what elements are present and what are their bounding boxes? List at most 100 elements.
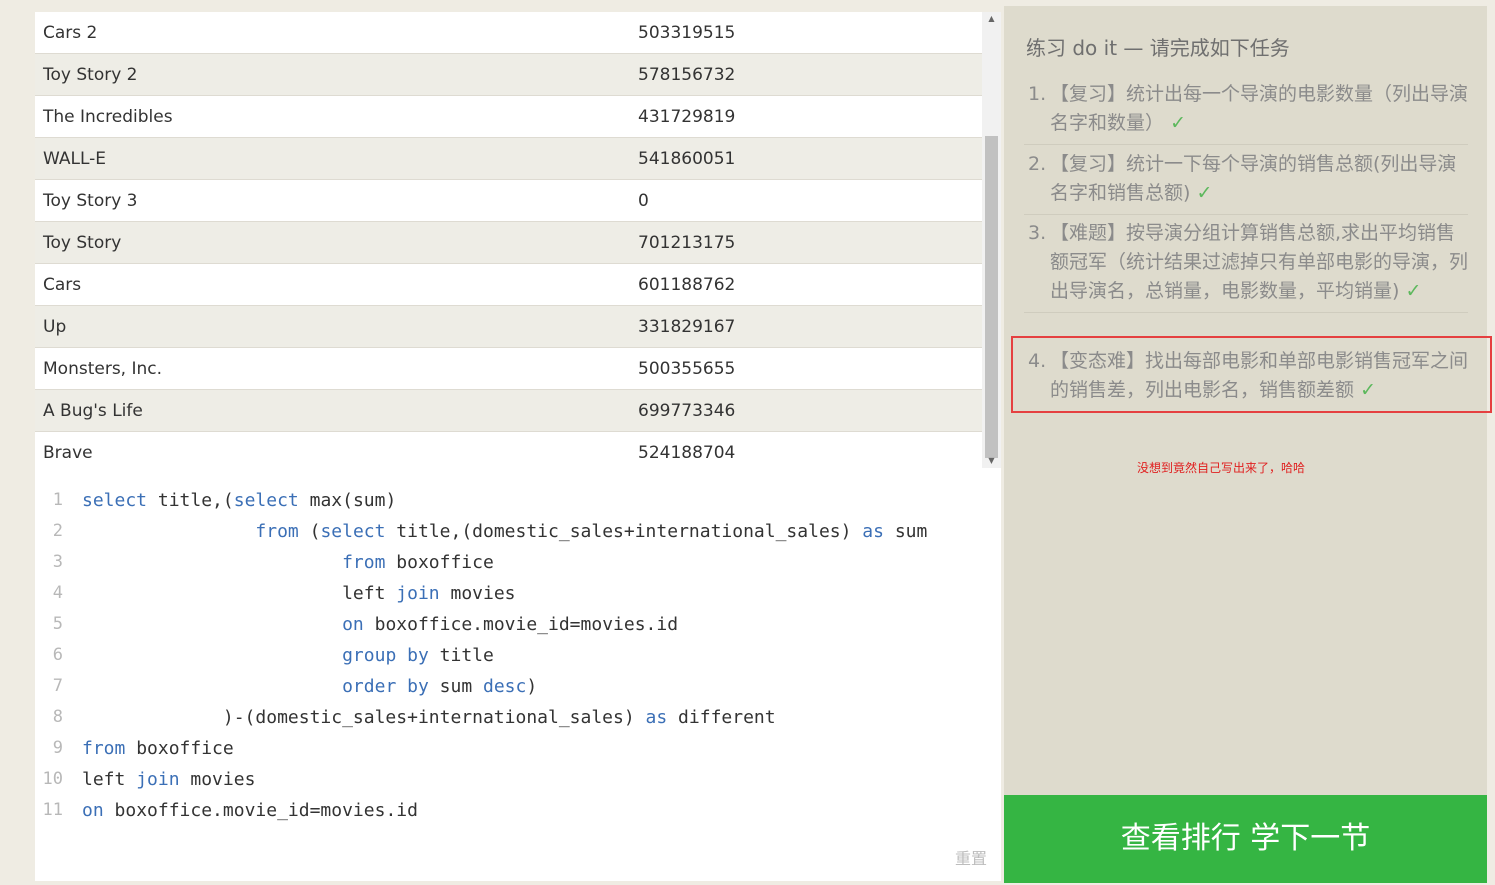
table-row: Brave 524188704 bbox=[35, 432, 982, 468]
line-number: 7 bbox=[52, 676, 63, 696]
task-text: 【复习】统计出每一个导演的电影数量（列出导演名字和数量） bbox=[1050, 83, 1469, 134]
cell-title: The Incredibles bbox=[43, 106, 173, 127]
code-token: boxoffice.movie_id=movies.id bbox=[363, 614, 679, 635]
cell-value: 601188762 bbox=[638, 274, 736, 295]
line-number: 11 bbox=[42, 800, 63, 820]
sql-keyword: group bbox=[342, 645, 397, 666]
cell-title: Toy Story bbox=[43, 232, 122, 253]
code-token: title,( bbox=[147, 490, 234, 511]
sql-keyword: from bbox=[82, 738, 126, 759]
line-number: 9 bbox=[52, 738, 63, 758]
cell-value: 524188704 bbox=[638, 442, 736, 463]
cell-title: Brave bbox=[43, 442, 93, 463]
code-token: boxoffice.movie_id=movies.id bbox=[103, 800, 418, 821]
results-scrollbar[interactable]: ▲ ▼ bbox=[982, 12, 1001, 468]
table-row: Cars 601188762 bbox=[35, 264, 982, 306]
code-token: max(sum) bbox=[298, 490, 397, 511]
sql-keyword: select bbox=[320, 521, 386, 542]
cell-title: WALL-E bbox=[43, 148, 107, 169]
cell-value: 431729819 bbox=[638, 106, 736, 127]
task-number: 3. bbox=[1028, 222, 1047, 244]
task-panel: 练习 do it — 请完成如下任务 1. 【复习】统计出每一个导演的电影数量（列… bbox=[1004, 6, 1487, 883]
table-row: WALL-E 541860051 bbox=[35, 138, 982, 180]
cell-title: A Bug's Life bbox=[43, 400, 143, 421]
code-text: on boxoffice.movie_id=movies.id bbox=[82, 795, 418, 826]
code-text: select title,(select max(sum) bbox=[82, 485, 396, 516]
sql-keyword: join bbox=[396, 583, 440, 604]
table-row: A Bug's Life 699773346 bbox=[35, 390, 982, 432]
sql-keyword: select bbox=[82, 490, 148, 511]
sql-keyword: on bbox=[342, 614, 364, 635]
code-text: on boxoffice.movie_id=movies.id bbox=[82, 609, 678, 640]
code-token: different bbox=[667, 707, 776, 728]
cell-title: Toy Story 3 bbox=[43, 190, 138, 211]
cell-value: 500355655 bbox=[638, 358, 736, 379]
code-token: boxoffice bbox=[385, 552, 494, 573]
code-token: title,(domestic_sales+international_sale… bbox=[385, 521, 863, 542]
code-text: )-(domestic_sales+international_sales) a… bbox=[82, 702, 776, 733]
table-row: Toy Story 2 578156732 bbox=[35, 54, 982, 96]
sql-keyword: from bbox=[255, 521, 299, 542]
sql-editor[interactable]: 1 select title,(select max(sum) 2 from (se… bbox=[35, 468, 1001, 881]
table-row: The Incredibles 431729819 bbox=[35, 96, 982, 138]
code-text: from (select title,(domestic_sales+inter… bbox=[82, 516, 927, 547]
check-icon: ✓ bbox=[1405, 280, 1422, 302]
code-token: left bbox=[82, 769, 137, 790]
code-token: boxoffice bbox=[125, 738, 234, 759]
next-lesson-button[interactable]: 查看排行 学下一节 bbox=[1004, 795, 1487, 883]
code-token: )-(domestic_sales+international_sales) bbox=[82, 707, 646, 728]
cell-title: Cars 2 bbox=[43, 22, 98, 43]
cell-value: 701213175 bbox=[638, 232, 736, 253]
line-number: 3 bbox=[52, 552, 63, 572]
code-token: title bbox=[428, 645, 494, 666]
code-text: group by title bbox=[82, 640, 494, 671]
scrollbar-thumb[interactable] bbox=[985, 136, 998, 458]
cell-title: Monsters, Inc. bbox=[43, 358, 163, 379]
task-item: 3. 【难题】按导演分组计算销售总额,求出平均销售额冠军（统计结果过滤掉只有单部电… bbox=[1024, 219, 1468, 313]
sql-keyword: by bbox=[407, 676, 429, 697]
check-icon: ✓ bbox=[1196, 182, 1213, 204]
line-number: 5 bbox=[52, 614, 63, 634]
task-number: 2. bbox=[1028, 153, 1047, 175]
code-token: sum bbox=[428, 676, 483, 697]
reset-button[interactable]: 重置 bbox=[955, 845, 987, 869]
code-text: left join movies bbox=[82, 578, 515, 609]
code-token: movies bbox=[179, 769, 256, 790]
sql-keyword: from bbox=[342, 552, 386, 573]
cell-value: 0 bbox=[638, 190, 649, 211]
cell-value: 331829167 bbox=[638, 316, 736, 337]
table-row: Toy Story 701213175 bbox=[35, 222, 982, 264]
sql-keyword: as bbox=[645, 707, 668, 728]
cell-title: Cars bbox=[43, 274, 82, 295]
table-row: Toy Story 3 0 bbox=[35, 180, 982, 222]
task-text: 【复习】统计一下每个导演的销售总额(列出导演名字和销售总额) bbox=[1050, 153, 1457, 204]
line-number: 1 bbox=[52, 490, 63, 510]
sql-keyword: select bbox=[233, 490, 299, 511]
sql-keyword: by bbox=[407, 645, 429, 666]
line-number: 6 bbox=[52, 645, 63, 665]
task-item: 2. 【复习】统计一下每个导演的销售总额(列出导演名字和销售总额) ✓ bbox=[1024, 150, 1468, 215]
sql-keyword: desc bbox=[483, 676, 527, 697]
code-token: left bbox=[82, 583, 397, 604]
check-icon: ✓ bbox=[1170, 112, 1186, 134]
cell-value: 503319515 bbox=[638, 22, 736, 43]
line-number: 8 bbox=[52, 707, 63, 727]
scroll-down-icon[interactable]: ▼ bbox=[982, 454, 1001, 468]
task-text-wrap: 【复习】统计一下每个导演的销售总额(列出导演名字和销售总额) ✓ bbox=[1050, 150, 1468, 208]
sql-keyword: order bbox=[342, 676, 397, 697]
table-row: Monsters, Inc. 500355655 bbox=[35, 348, 982, 390]
scroll-up-icon[interactable]: ▲ bbox=[982, 12, 1001, 26]
task-number: 1. bbox=[1028, 83, 1047, 105]
annotation-note: 没想到竟然自己写出来了，哈哈 bbox=[1137, 461, 1306, 475]
code-text: from boxoffice bbox=[82, 547, 494, 578]
task-item: 1. 【复习】统计出每一个导演的电影数量（列出导演名字和数量） ✓ bbox=[1024, 80, 1468, 145]
task-highlight-box bbox=[1011, 336, 1492, 413]
code-token: sum bbox=[883, 521, 928, 542]
code-token: ( bbox=[298, 521, 321, 542]
